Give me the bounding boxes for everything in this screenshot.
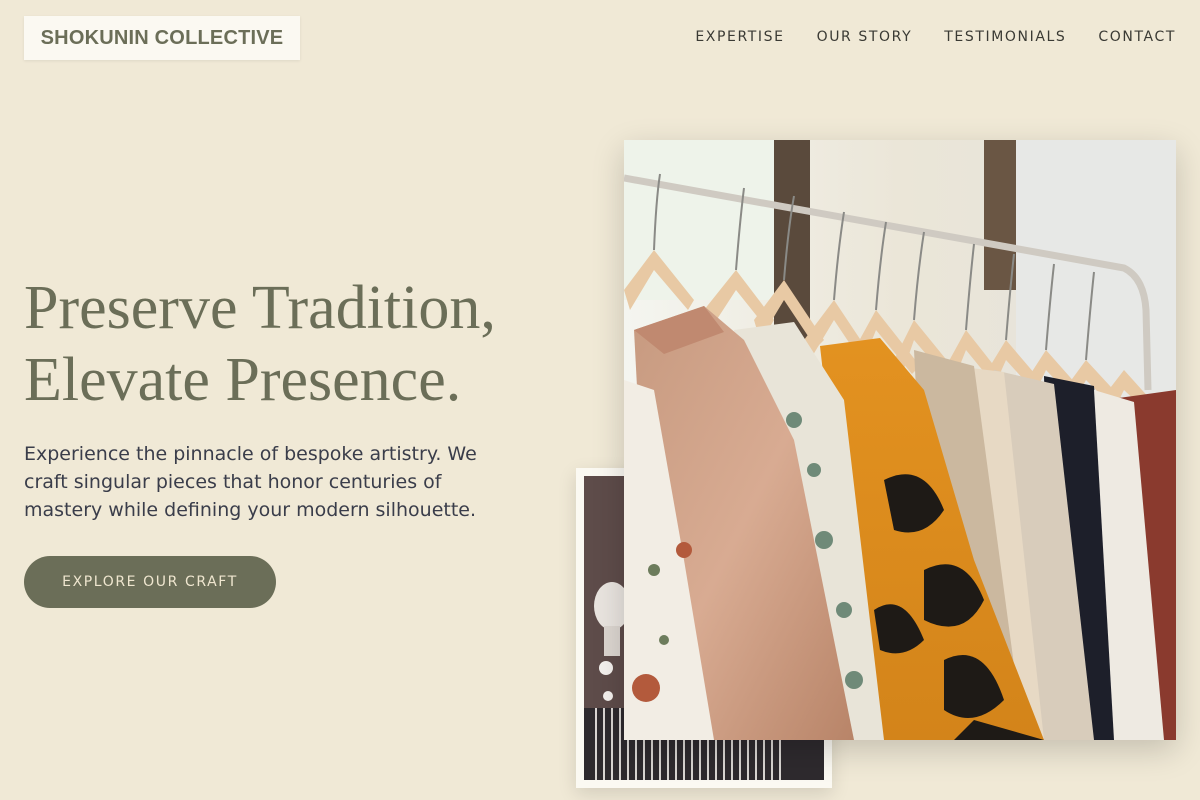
hero-headline-line2: Elevate Presence. (24, 346, 462, 414)
hero-headline: Preserve Tradition, Elevate Presence. (24, 272, 496, 416)
nav-item-our-story[interactable]: OUR STORY (817, 29, 913, 45)
clothing-rack-illustration (624, 140, 1176, 740)
hero-subtext: Experience the pinnacle of bespoke artis… (24, 443, 477, 521)
nav-item-contact[interactable]: CONTACT (1098, 29, 1176, 45)
nav-item-expertise[interactable]: EXPERTISE (695, 29, 784, 45)
brand-logo[interactable]: SHOKUNIN COLLECTIVE (24, 16, 300, 60)
hero-headline-line1: Preserve Tradition, (24, 274, 496, 342)
clothing-rack-photo (624, 140, 1176, 740)
main-nav: EXPERTISE OUR STORY TESTIMONIALS CONTACT (695, 29, 1176, 45)
explore-craft-button[interactable]: EXPLORE OUR CRAFT (24, 556, 276, 608)
nav-item-testimonials[interactable]: TESTIMONIALS (944, 29, 1066, 45)
